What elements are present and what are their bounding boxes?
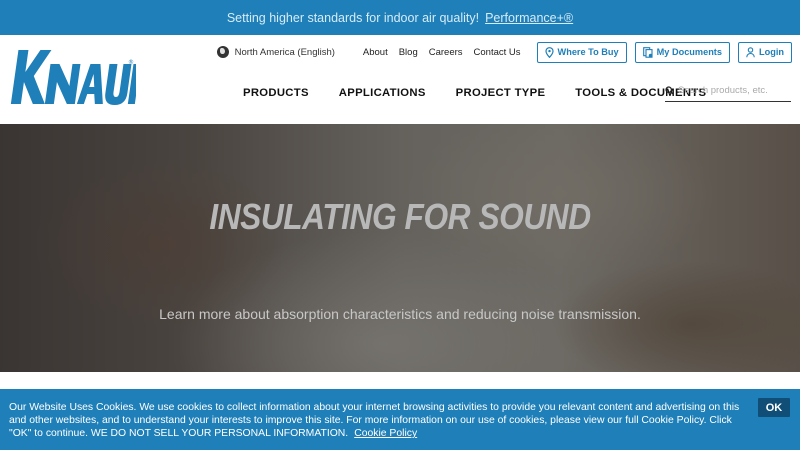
site-header: ® North America (English) About Blog Car… <box>0 35 800 124</box>
page-content-area <box>0 372 800 389</box>
search-box <box>665 80 791 102</box>
my-documents-button[interactable]: My Documents <box>634 41 730 63</box>
user-icon <box>746 46 755 58</box>
banner-text: Setting higher standards for indoor air … <box>226 10 480 25</box>
where-to-buy-button[interactable]: Where To Buy <box>536 41 627 63</box>
where-to-buy-label: Where To Buy <box>557 47 619 57</box>
map-pin-icon <box>544 46 554 58</box>
globe-icon <box>216 46 229 58</box>
nav-products[interactable]: PRODUCTS <box>243 87 309 99</box>
login-button[interactable]: Login <box>737 41 792 63</box>
hero-banner: INSULATING FOR SOUND Learn more about ab… <box>0 124 800 372</box>
blog-link[interactable]: Blog <box>399 47 418 58</box>
careers-link[interactable]: Careers <box>429 47 463 58</box>
hero-subtitle: Learn more about absorption characterist… <box>159 306 641 322</box>
hero-title: INSULATING FOR SOUND <box>209 196 591 237</box>
performance-plus-link[interactable]: Performance+® <box>485 11 573 25</box>
knauf-logo[interactable]: ® <box>9 46 136 109</box>
cookie-ok-button[interactable]: OK <box>758 398 790 417</box>
cookie-policy-link[interactable]: Cookie Policy <box>354 428 417 439</box>
svg-text:®: ® <box>128 59 134 66</box>
nav-project-type[interactable]: PROJECT TYPE <box>456 87 546 99</box>
knauf-logo-mark: ® <box>10 50 136 105</box>
utility-nav: North America (English) About Blog Caree… <box>216 41 792 63</box>
region-selector[interactable]: North America (English) <box>216 46 335 58</box>
top-banner: Setting higher standards for indoor air … <box>0 0 800 35</box>
search-icon[interactable] <box>665 86 674 95</box>
login-label: Login <box>758 47 784 57</box>
search-input[interactable] <box>678 85 786 96</box>
contact-us-link[interactable]: Contact Us <box>474 47 521 58</box>
main-nav: PRODUCTS APPLICATIONS PROJECT TYPE TOOLS… <box>243 87 706 99</box>
about-link[interactable]: About <box>363 47 388 58</box>
cookie-message: Our Website Uses Cookies. We use cookies… <box>9 401 749 441</box>
nav-applications[interactable]: APPLICATIONS <box>339 87 426 99</box>
cookie-consent-bar: Our Website Uses Cookies. We use cookies… <box>0 389 800 450</box>
documents-icon <box>642 46 653 58</box>
my-documents-label: My Documents <box>656 47 722 57</box>
region-label: North America (English) <box>234 46 335 58</box>
